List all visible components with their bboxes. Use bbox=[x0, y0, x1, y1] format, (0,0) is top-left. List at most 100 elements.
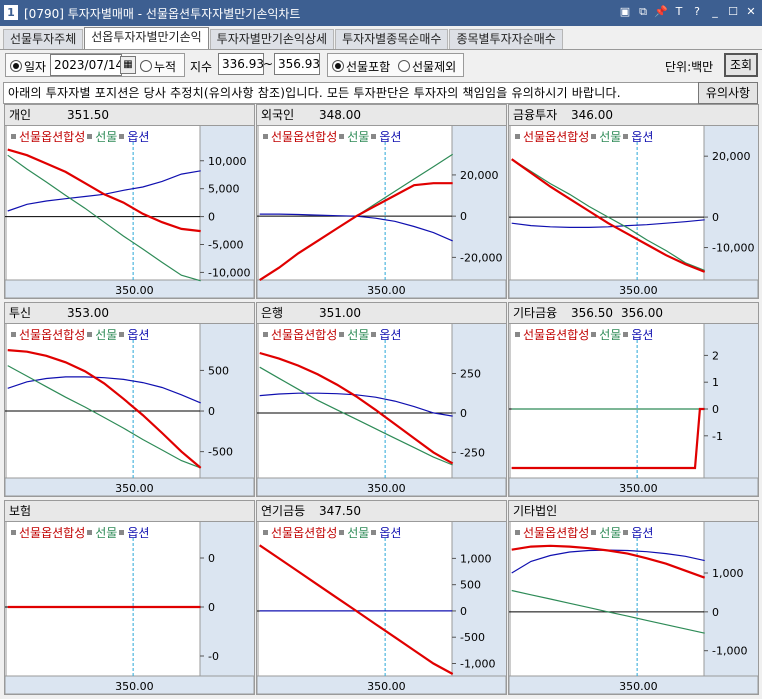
legend-square-icon bbox=[515, 332, 520, 337]
y-tick-label: -10,000 bbox=[712, 242, 754, 255]
expiry-pnl-chart: 250 0 -250 350.00 bbox=[257, 324, 506, 496]
legend-square-icon bbox=[339, 332, 345, 337]
x-tick-label: 350.00 bbox=[619, 680, 658, 693]
radio-exclude-futures[interactable]: 선물제외 bbox=[398, 58, 456, 75]
panel-name: 기타금융 bbox=[513, 306, 558, 320]
y-tick-label: 0 bbox=[712, 403, 719, 416]
expiry-pnl-chart: 2 1 0 -1 350.00 bbox=[509, 324, 758, 496]
legend-square-icon bbox=[11, 332, 16, 337]
panel-header: 금융투자 346.00 bbox=[509, 105, 758, 126]
y-tick-label: 10,000 bbox=[208, 155, 247, 168]
legend-square-icon bbox=[11, 530, 16, 535]
panel-header: 기타법인 bbox=[509, 501, 758, 522]
chart-legend: 선물옵션합성 선물 옵션 bbox=[513, 524, 653, 541]
pin-icon[interactable]: 📌 bbox=[654, 4, 668, 20]
expiry-pnl-chart: 500 0 -500 350.00 bbox=[5, 324, 254, 496]
notice-text: 아래의 투자자별 포지션은 당사 추정치(유의사항 참조)입니다. 모든 투자판… bbox=[3, 82, 699, 104]
x-tick-label: 350.00 bbox=[367, 680, 406, 693]
query-button[interactable]: 조회 bbox=[724, 53, 758, 77]
font-icon[interactable]: T bbox=[672, 4, 686, 20]
y-tick-label: 20,000 bbox=[460, 169, 499, 182]
y-tick-label: 1,000 bbox=[712, 567, 744, 580]
panel-individual: 개인 351.50 10,000 5,000 0 -5,000 -10,000 350.00 선… bbox=[4, 104, 255, 299]
expiry-pnl-chart: 20,000 0 -20,000 350.00 bbox=[257, 126, 506, 298]
calendar-icon[interactable]: ▦ bbox=[120, 56, 136, 74]
tab-futures-investor[interactable]: 선물투자주체 bbox=[3, 29, 84, 49]
panel-value: 351.50 bbox=[67, 108, 109, 122]
y-tick-label: -500 bbox=[460, 631, 485, 644]
combined-line bbox=[511, 407, 705, 470]
expiry-pnl-chart: 1,000 0 -1,000 350.00 bbox=[509, 522, 758, 694]
options-line bbox=[511, 408, 705, 469]
copy-window-icon[interactable]: ⧉ bbox=[636, 4, 650, 20]
filter-bar: 일자 2023/07/14 ▦ 누적 지수 336.93 ~ 356.93 선물… bbox=[0, 51, 762, 79]
legend-square-icon bbox=[119, 332, 125, 337]
legend-options: 옵션 bbox=[127, 130, 150, 144]
legend-square-icon bbox=[371, 332, 377, 337]
legend-options: 옵션 bbox=[631, 328, 654, 342]
y-tick-label: 250 bbox=[460, 368, 481, 381]
legend-square-icon bbox=[515, 530, 520, 535]
legend-square-icon bbox=[263, 134, 268, 139]
panel-header: 은행 351.00 bbox=[257, 303, 506, 324]
y-tick-label: 0 bbox=[208, 211, 215, 224]
tab-investor-net-buy[interactable]: 투자자별종목순매수 bbox=[335, 29, 449, 49]
chart-body: 20,000 0 -20,000 350.00 선물옵션합성 선물 옵션 bbox=[257, 126, 506, 298]
y-tick-label: -1 bbox=[712, 430, 723, 443]
notice-button[interactable]: 유의사항 bbox=[698, 82, 758, 104]
panel-name: 금융투자 bbox=[513, 108, 558, 122]
legend-options: 옵션 bbox=[127, 328, 150, 342]
y-tick-label: -250 bbox=[460, 446, 485, 459]
legend-square-icon bbox=[87, 332, 93, 337]
date-input[interactable]: 2023/07/14 bbox=[50, 54, 123, 76]
y-tick-label: 500 bbox=[460, 579, 481, 592]
legend-square-icon bbox=[11, 134, 16, 139]
panel-header: 기타금융 356.50 356.00 bbox=[509, 303, 758, 324]
combined-line bbox=[259, 544, 454, 675]
link-icon[interactable]: ▣ bbox=[618, 4, 632, 20]
legend-futures: 선물 bbox=[347, 328, 370, 342]
options-line bbox=[511, 549, 705, 574]
chart-body: 0 0 -0 350.00 선물옵션합성 선물 옵션 bbox=[5, 522, 254, 694]
panel-value: 348.00 bbox=[319, 108, 361, 122]
y-tick-label: 0 bbox=[460, 407, 467, 420]
chart-body: 1,000 0 -1,000 350.00 선물옵션합성 선물 옵션 bbox=[509, 522, 758, 694]
panel-value: 353.00 bbox=[67, 306, 109, 320]
legend-combined: 선물옵션합성 bbox=[523, 526, 590, 540]
expiry-pnl-chart: 20,000 0 -10,000 350.00 bbox=[509, 126, 758, 298]
close-icon[interactable]: ✕ bbox=[744, 4, 758, 20]
tab-expiry-pnl[interactable]: 선옵투자자별만기손익 bbox=[84, 27, 209, 49]
y-tick-label: -1,000 bbox=[460, 657, 495, 670]
tab-bar: 선물투자주체 선옵투자자별만기손익 투자자별만기손익상세 투자자별종목순매수 종… bbox=[3, 27, 564, 49]
legend-combined: 선물옵션합성 bbox=[523, 130, 590, 144]
legend-futures: 선물 bbox=[347, 526, 370, 540]
tab-expiry-pnl-detail[interactable]: 투자자별만기손익상세 bbox=[209, 29, 335, 49]
index-from-input[interactable]: 336.93 bbox=[218, 53, 264, 75]
tab-stock-net-buy[interactable]: 종목별투자자순매수 bbox=[449, 29, 563, 49]
legend-options: 옵션 bbox=[379, 526, 402, 540]
legend-combined: 선물옵션합성 bbox=[271, 328, 338, 342]
legend-futures: 선물 bbox=[599, 526, 622, 540]
radio-include-futures[interactable]: 선물포함 bbox=[332, 58, 390, 75]
maximize-icon[interactable]: ☐ bbox=[726, 4, 740, 20]
y-tick-label: -1,000 bbox=[712, 645, 747, 658]
radio-daily[interactable]: 일자 bbox=[10, 58, 46, 75]
minimize-icon[interactable]: _ bbox=[708, 4, 722, 20]
legend-square-icon bbox=[263, 530, 268, 535]
panel-insurance: 보험 0 0 -0 350.00 선물옵션합성 선물 옵션 bbox=[4, 500, 255, 695]
index-to-input[interactable]: 356.93 bbox=[274, 53, 320, 75]
panel-header: 보험 bbox=[5, 501, 254, 522]
help-icon[interactable]: ? bbox=[690, 4, 704, 20]
legend-combined: 선물옵션합성 bbox=[19, 328, 86, 342]
y-tick-label: 500 bbox=[208, 364, 229, 377]
legend-combined: 선물옵션합성 bbox=[19, 130, 86, 144]
y-tick-label: 0 bbox=[208, 552, 215, 565]
y-tick-label: 0 bbox=[208, 405, 215, 418]
radio-daily-label: 일자 bbox=[24, 60, 47, 74]
radio-cumulative[interactable]: 누적 bbox=[140, 58, 176, 75]
chart-body: 20,000 0 -10,000 350.00 선물옵션합성 선물 옵션 bbox=[509, 126, 758, 298]
x-tick-label: 350.00 bbox=[115, 680, 154, 693]
radio-off-icon bbox=[398, 60, 410, 72]
legend-futures: 선물 bbox=[599, 328, 622, 342]
chart-legend: 선물옵션합성 선물 옵션 bbox=[513, 128, 653, 145]
